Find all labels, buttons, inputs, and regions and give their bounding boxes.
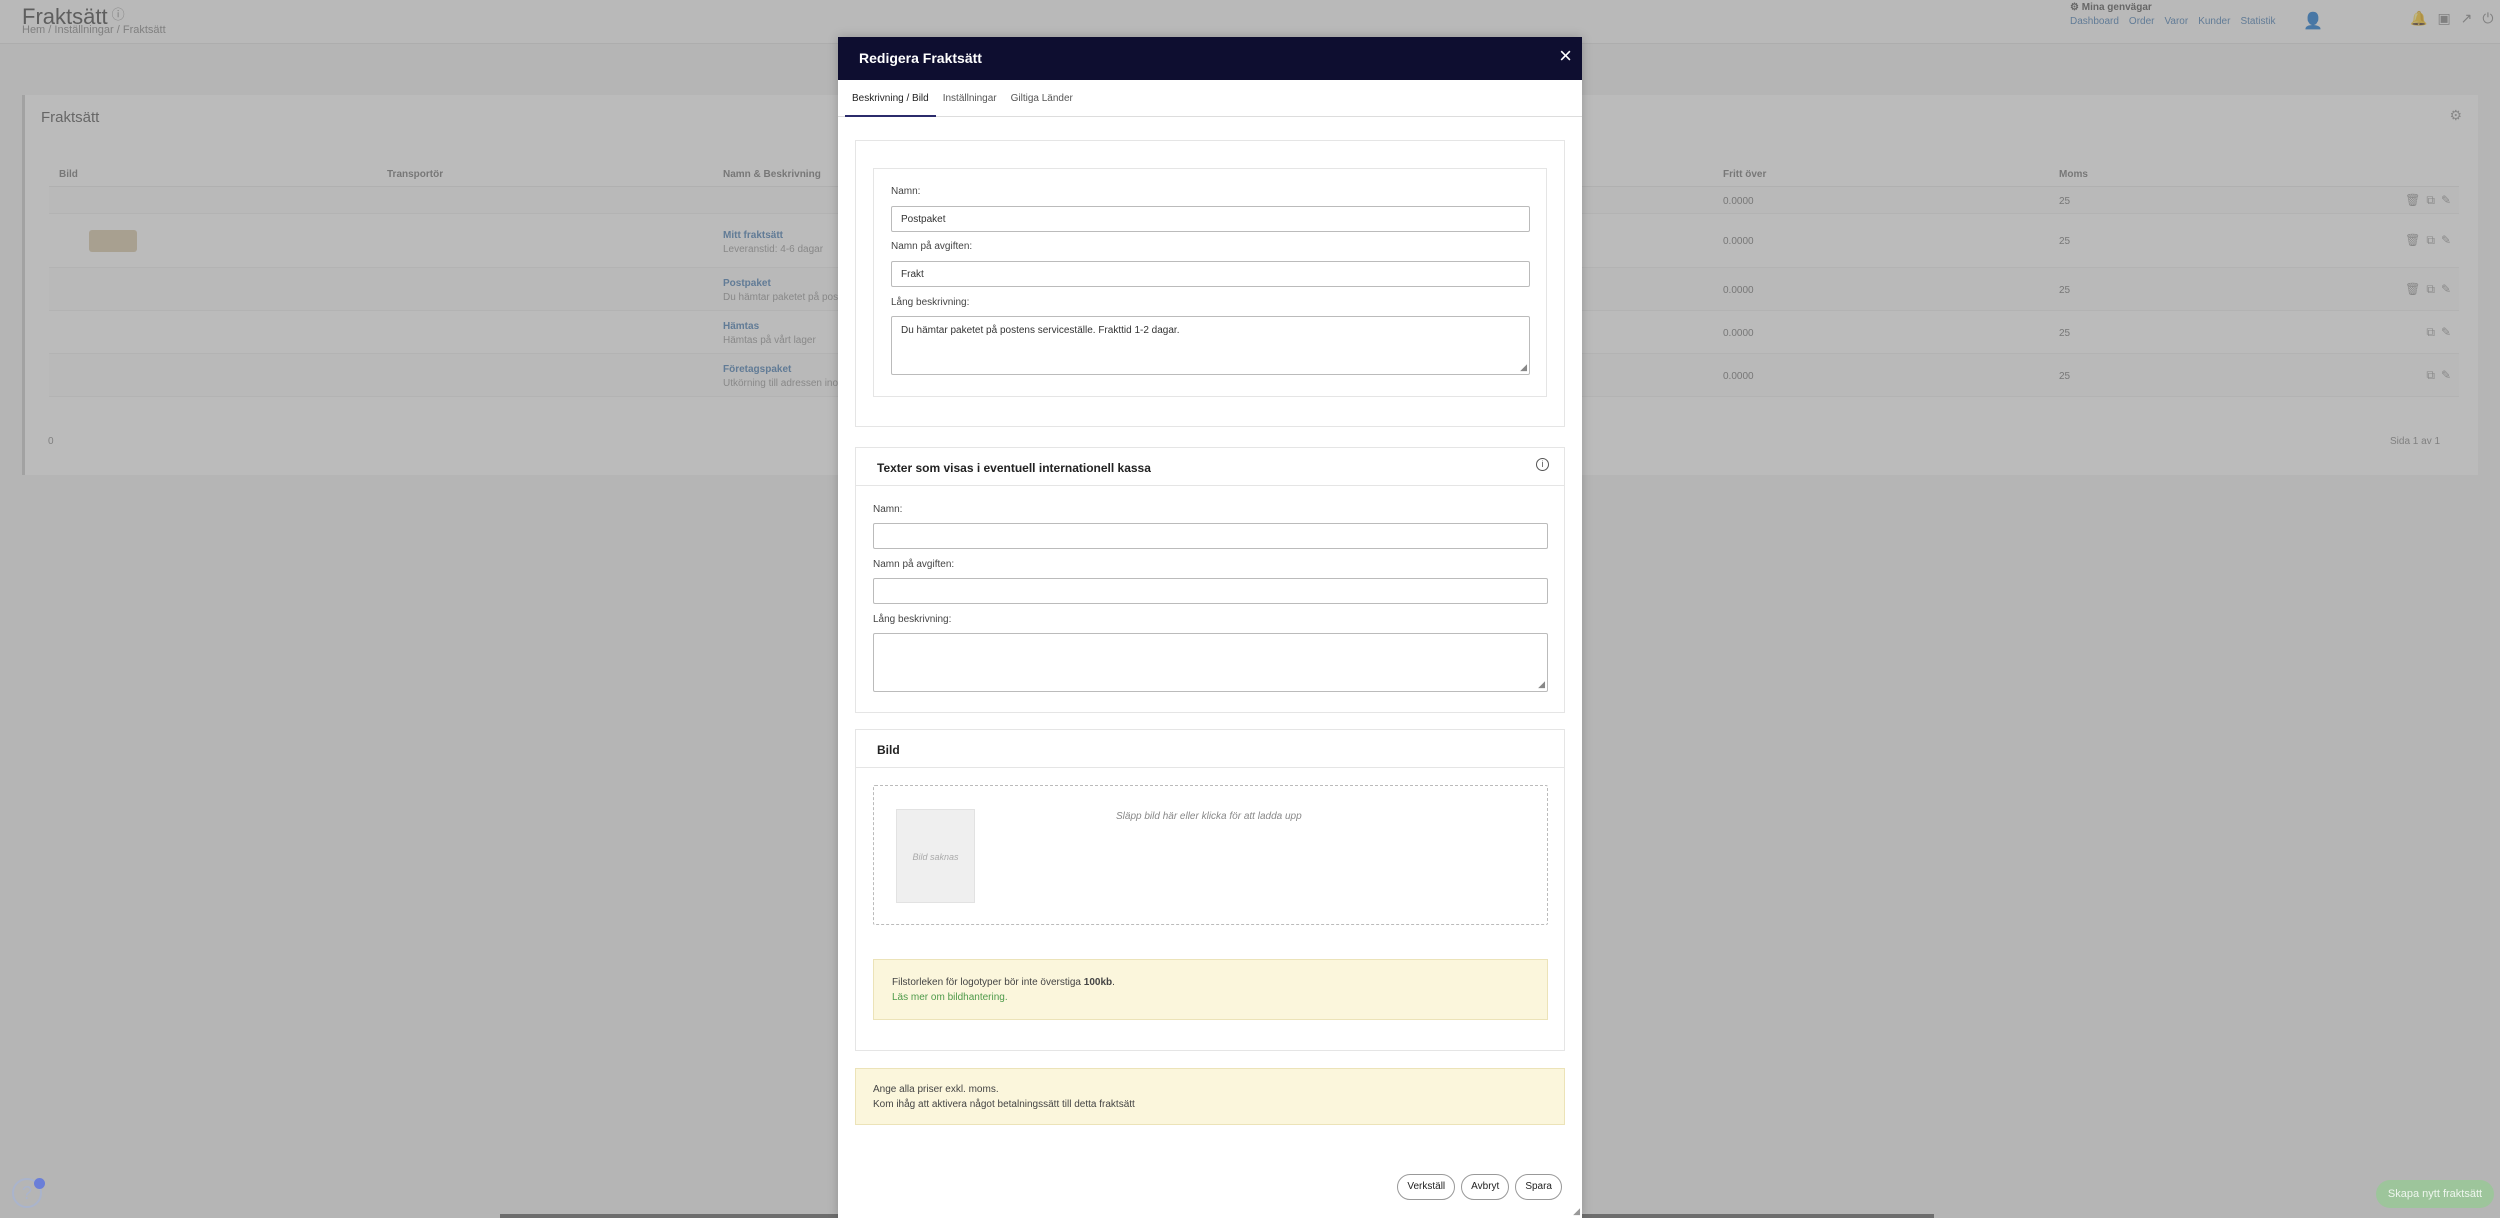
create-shipping-button[interactable]: Skapa nytt fraktsätt [2376,1180,2494,1208]
resize-handle-icon[interactable]: ◢ [1538,679,1545,690]
note-size: 100kb [1083,977,1113,988]
price-notice: Ange alla priser exkl. moms. Kom ihåg at… [855,1068,1565,1125]
intl-long-label: Lång beskrivning: [873,614,952,625]
resize-handle-icon[interactable]: ◢ [1520,362,1527,373]
intl-long-textarea[interactable]: ◢ [873,633,1548,692]
image-title: Bild [877,743,900,757]
fee-name-label: Namn på avgiften: [891,241,973,252]
note-suffix: . [1112,977,1115,988]
intl-name-input[interactable] [873,523,1548,549]
tab-description[interactable]: Beskrivning / Bild [845,80,936,117]
image-dropzone[interactable]: Bild saknas Släpp bild här eller klicka … [873,785,1548,925]
apply-button[interactable]: Verkställ [1397,1174,1456,1200]
intl-fee-label: Namn på avgiften: [873,559,955,570]
name-label: Namn: [891,186,921,197]
modal-tabs: Beskrivning / Bild Inställningar Giltiga… [838,80,1582,117]
fee-name-input[interactable]: Frakt [891,261,1530,287]
image-placeholder: Bild saknas [896,809,975,903]
long-description-textarea[interactable]: Du hämtar paketet på postens servicestäl… [891,316,1530,375]
tab-settings[interactable]: Inställningar [936,80,1004,117]
cancel-button[interactable]: Avbryt [1461,1174,1510,1200]
international-title: Texter som visas i eventuell internation… [877,461,1151,475]
close-icon[interactable]: × [1559,44,1572,68]
file-size-note: Filstorleken för logotyper bör inte över… [873,959,1548,1020]
info-icon[interactable]: i [1536,458,1549,471]
notice-line-1: Ange alla priser exkl. moms. [873,1084,999,1095]
save-button[interactable]: Spara [1515,1174,1562,1200]
long-description-label: Lång beskrivning: [891,297,970,308]
intl-name-label: Namn: [873,504,903,515]
modal-footer: Verkställ Avbryt Spara [1397,1174,1562,1200]
image-header: Bild [856,730,1564,768]
image-help-link[interactable]: Läs mer om bildhantering. [892,992,1008,1003]
note-prefix: Filstorleken för logotyper bör inte över… [892,977,1084,988]
notice-line-2: Kom ihåg att aktivera något betalningssä… [873,1099,1135,1110]
name-input[interactable]: Postpaket [891,206,1530,232]
tab-countries[interactable]: Giltiga Länder [1004,80,1080,117]
image-section: Bild Bild saknas Släpp bild här eller kl… [855,729,1565,1051]
modal-header: Redigera Fraktsätt × [838,37,1582,80]
description-section: Namn: Postpaket Namn på avgiften: Frakt … [855,140,1565,427]
international-section: Texter som visas i eventuell internation… [855,447,1565,713]
edit-shipping-modal: Redigera Fraktsätt × Beskrivning / Bild … [838,37,1582,1218]
notification-badge [34,1178,45,1189]
modal-title: Redigera Fraktsätt [859,50,982,66]
resize-handle-icon[interactable]: ◢ [1573,1206,1580,1217]
description-form: Namn: Postpaket Namn på avgiften: Frakt … [873,168,1547,397]
long-description-text: Du hämtar paketet på postens servicestäl… [901,325,1180,336]
intl-fee-input[interactable] [873,578,1548,604]
international-header: Texter som visas i eventuell internation… [856,448,1564,486]
dropzone-text: Släpp bild här eller klicka för att ladd… [1116,811,1302,822]
